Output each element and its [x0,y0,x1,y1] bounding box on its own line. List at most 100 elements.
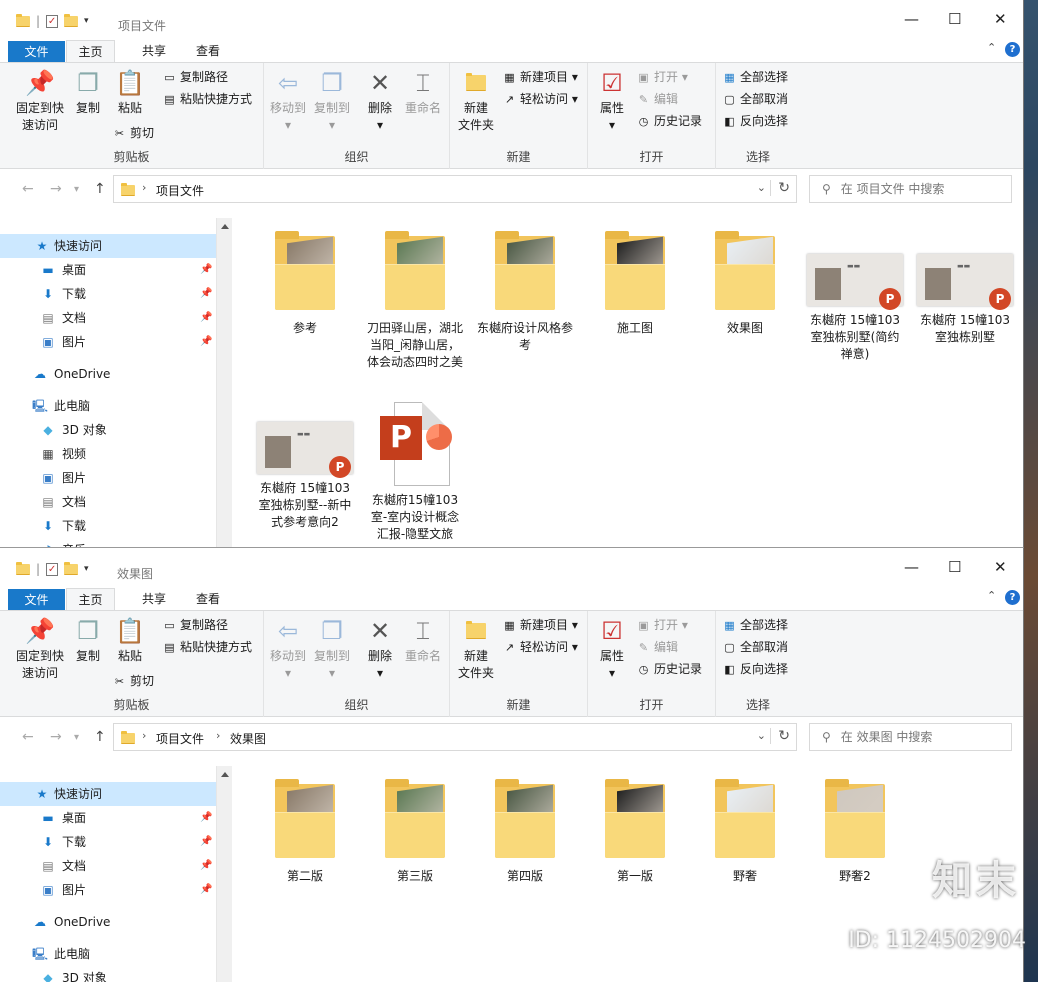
pin-quick-access-button[interactable]: 📌 固定到快 速访问 [10,68,70,134]
pin-icon[interactable]: 📌 [200,258,212,282]
nav-3d-objects[interactable]: ◆ 3D 对象 [0,418,216,442]
copy-path-button[interactable]: ▭ 复制路径 [162,615,228,636]
folder-item[interactable]: 东樾府设计风格参考 [475,231,575,354]
nav-quick-access[interactable]: ★ 快速访问 [0,234,216,258]
rename-button[interactable]: ⌶ 重命名 [402,68,444,117]
pin-quick-access-button[interactable]: 📌 固定到快 速访问 [10,616,70,682]
refresh-icon[interactable]: ↻ [770,180,790,196]
nav-scrollbar[interactable] [216,218,232,556]
select-none-button[interactable]: ▢ 全部取消 [722,89,788,110]
file-item[interactable]: ▬▬ P 东樾府 15幢103室独栋别墅(简约禅意) [805,234,905,363]
nav-downloads-pc[interactable]: ⬇ 下载 [0,514,216,538]
new-folder-button[interactable]: 新建 文件夹 [456,616,496,682]
folder-item[interactable]: 野奢2 [805,779,905,885]
refresh-icon[interactable]: ↻ [770,728,790,744]
delete-button[interactable]: ✕ 删除 ▾ [362,616,398,682]
maximize-button[interactable]: ☐ [948,10,961,28]
new-folder-button[interactable]: 新建 文件夹 [456,68,496,134]
tab-share[interactable]: 共享 [130,588,178,610]
history-button[interactable]: ◷ 历史记录 [636,111,702,132]
maximize-button[interactable]: ☐ [948,558,961,576]
recent-dropdown-icon[interactable]: ▾ [74,184,79,195]
nav-desktop[interactable]: ▬ 桌面 📌 [0,258,216,282]
file-item[interactable]: P 东樾府15幢103室-室内设计概念汇报-隐墅文旅 [365,402,465,543]
nav-3d-objects[interactable]: ◆ 3D 对象 [0,966,216,982]
paste-shortcut-button[interactable]: ▤ 粘贴快捷方式 [162,637,252,658]
nav-pictures[interactable]: ▣ 图片 📌 [0,330,216,354]
easy-access-button[interactable]: ↗ 轻松访问 ▾ [502,89,578,110]
new-item-button[interactable]: ▦ 新建项目 ▾ [502,615,578,636]
nav-this-pc[interactable]: 🖳 此电脑 [0,942,216,966]
cut-button[interactable]: ✂ 剪切 [112,123,154,144]
folder-item[interactable]: 施工图 [585,231,685,337]
copy-button[interactable]: ❐ 复制 [70,68,106,117]
nav-quick-access[interactable]: ★ 快速访问 [0,782,216,806]
paste-shortcut-button[interactable]: ▤ 粘贴快捷方式 [162,89,252,110]
nav-onedrive[interactable]: ☁ OneDrive [0,362,216,386]
close-button[interactable]: ✕ [994,10,1007,28]
breadcrumb-renderings[interactable]: 效果图 [230,730,266,747]
folder-item[interactable]: 野奢 [695,779,795,885]
minimize-button[interactable]: — [904,10,919,28]
back-arrow-icon[interactable]: ← [22,181,34,197]
collapse-ribbon-icon[interactable]: ⌃ [987,589,996,602]
paste-button[interactable]: 📋 粘贴 [112,616,148,665]
properties-check-icon[interactable]: ✓ [46,562,59,576]
folder-item[interactable]: 效果图 [695,231,795,337]
nav-pictures-pc[interactable]: ▣ 图片 [0,466,216,490]
tab-home[interactable]: 主页 [66,40,115,62]
paste-button[interactable]: 📋 粘贴 [112,68,148,117]
history-button[interactable]: ◷ 历史记录 [636,659,702,680]
nav-downloads[interactable]: ⬇ 下载 📌 [0,830,216,854]
pin-icon[interactable]: 📌 [200,330,212,354]
copy-to-button[interactable]: ❐ 复制到 ▾ [312,616,352,682]
open-button[interactable]: ▣ 打开 ▾ [636,67,688,88]
nav-this-pc[interactable]: 🖳 此电脑 [0,394,216,418]
back-arrow-icon[interactable]: ← [22,729,34,745]
folder-item[interactable]: 刀田驿山居，湖北当阳_闲静山居，体会动态四时之美 [365,231,465,371]
folder-item[interactable]: 第四版 [475,779,575,885]
properties-button[interactable]: ☑ 属性 ▾ [594,68,630,134]
address-bar[interactable]: › 项目文件 ⌄ ↻ [113,175,797,203]
copy-to-button[interactable]: ❐ 复制到 ▾ [312,68,352,134]
invert-selection-button[interactable]: ◧ 反向选择 [722,111,788,132]
select-none-button[interactable]: ▢ 全部取消 [722,637,788,658]
nav-documents[interactable]: ▤ 文档 📌 [0,854,216,878]
folder-item[interactable]: 第二版 [255,779,355,885]
search-input[interactable]: ⚲ 在 项目文件 中搜索 [809,175,1012,203]
forward-arrow-icon[interactable]: → [50,181,62,197]
tab-file[interactable]: 文件 [8,41,65,62]
new-folder-icon[interactable] [64,561,79,575]
edit-button[interactable]: ✎ 编辑 [636,637,678,658]
folder-item[interactable]: 参考 [255,231,355,337]
select-all-button[interactable]: ▦ 全部选择 [722,615,788,636]
breadcrumb-project[interactable]: 项目文件 [156,182,204,199]
select-all-button[interactable]: ▦ 全部选择 [722,67,788,88]
pin-icon[interactable]: 📌 [200,282,212,306]
pin-icon[interactable]: 📌 [200,854,212,878]
collapse-ribbon-icon[interactable]: ⌃ [987,41,996,54]
pin-icon[interactable]: 📌 [200,878,212,902]
tab-file[interactable]: 文件 [8,589,65,610]
nav-scrollbar[interactable] [216,766,232,982]
address-bar[interactable]: › 项目文件 › 效果图 ⌄ ↻ [113,723,797,751]
rename-button[interactable]: ⌶ 重命名 [402,616,444,665]
file-item[interactable]: ▬▬ P 东樾府 15幢103室独栋别墅--新中式参考意向2 [255,402,355,531]
properties-check-icon[interactable]: ✓ [46,14,59,28]
move-to-button[interactable]: ⇦ 移动到 ▾ [268,68,308,134]
new-item-button[interactable]: ▦ 新建项目 ▾ [502,67,578,88]
pin-icon[interactable]: 📌 [200,806,212,830]
folder-item[interactable]: 第一版 [585,779,685,885]
file-item[interactable]: ▬▬ P 东樾府 15幢103室独栋别墅 [915,234,1015,346]
search-input[interactable]: ⚲ 在 效果图 中搜索 [809,723,1012,751]
pin-icon[interactable]: 📌 [200,306,212,330]
close-button[interactable]: ✕ [994,558,1007,576]
easy-access-button[interactable]: ↗ 轻松访问 ▾ [502,637,578,658]
nav-videos[interactable]: ▦ 视频 [0,442,216,466]
recent-dropdown-icon[interactable]: ▾ [74,732,79,743]
nav-desktop[interactable]: ▬ 桌面 📌 [0,806,216,830]
nav-onedrive[interactable]: ☁ OneDrive [0,910,216,934]
open-button[interactable]: ▣ 打开 ▾ [636,615,688,636]
up-arrow-icon[interactable]: ↑ [94,181,106,197]
pin-icon[interactable]: 📌 [200,830,212,854]
